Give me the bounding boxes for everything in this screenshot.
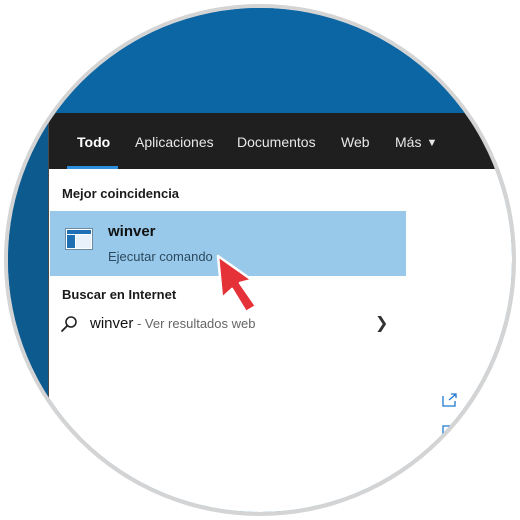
open-external-icon[interactable] (442, 424, 458, 438)
tab-label: Más (395, 134, 422, 150)
tab-label: Documentos (237, 134, 316, 150)
app-window-icon (65, 228, 93, 250)
caret-down-icon: ▼ (426, 137, 438, 149)
tab-label: Aplicaciones (135, 134, 214, 150)
web-search-heading: Buscar en Internet (62, 287, 177, 302)
tab-mas[interactable]: Más ▼ (395, 113, 437, 169)
search-tabs: Todo Aplicaciones Documentos Web Más ▼ (49, 113, 512, 169)
tab-todo[interactable]: Todo (66, 113, 119, 169)
pointer-arrow-icon (216, 254, 258, 314)
search-panel: Todo Aplicaciones Documentos Web Más ▼ Me… (48, 113, 512, 512)
open-external-icon[interactable] (442, 393, 458, 407)
web-search-query: winver - Ver resultados web (90, 315, 255, 332)
search-icon (61, 316, 77, 332)
query-text: winver (90, 315, 134, 332)
result-subtitle: Ejecutar comando (108, 249, 213, 264)
desktop-wallpaper-top (8, 8, 512, 113)
tab-web[interactable]: Web (341, 113, 370, 169)
query-hint: - Ver resultados web (133, 316, 256, 331)
result-title: winver (108, 223, 156, 240)
desktop-wallpaper-left (8, 113, 48, 512)
tab-label: Web (341, 134, 370, 150)
zoom-circle: Todo Aplicaciones Documentos Web Más ▼ Me… (8, 8, 512, 512)
best-match-heading: Mejor coincidencia (62, 186, 180, 201)
chevron-right-icon[interactable]: ❯ (375, 313, 388, 333)
tab-label: Todo (77, 134, 111, 150)
tab-aplicaciones[interactable]: Aplicaciones (135, 113, 214, 169)
tab-documentos[interactable]: Documentos (237, 113, 316, 169)
